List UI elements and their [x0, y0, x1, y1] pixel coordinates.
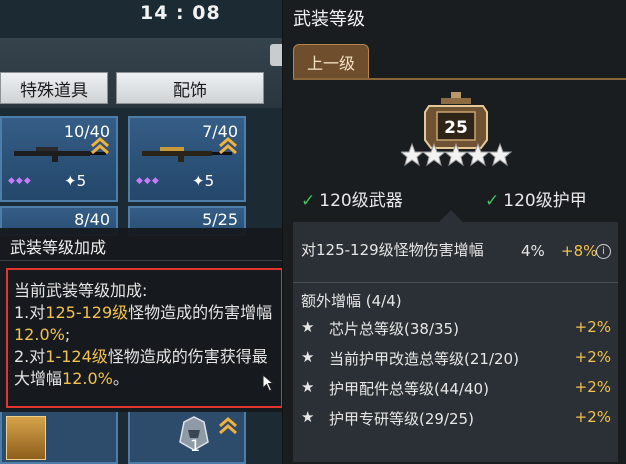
- status-time: 14 : 08: [140, 2, 221, 24]
- item-card-rifle-1[interactable]: 10/40 ◆◆◆ ✦5: [0, 116, 118, 202]
- tooltip-divider: [0, 260, 282, 261]
- bonus-line-2: 2.对1-124级怪物造成的伤害获得最大增幅12.0%。: [14, 347, 268, 388]
- upgrade-chevron-icon: [219, 417, 237, 435]
- item-level: ✦5: [192, 172, 215, 190]
- damage-current-value: 4%: [521, 242, 545, 260]
- extra-bonus-row: ★ 护甲专研等级(29/25) +2%: [301, 408, 611, 428]
- star-icon: ★: [301, 378, 315, 396]
- bonus-details-panel: 对125-129级怪物伤害增幅 4% +8% i 额外增幅 (4/4) ★ 芯片…: [293, 222, 618, 462]
- requirement-weapon: ✓ 120级武器: [301, 191, 403, 211]
- previous-level-button[interactable]: 上一级: [293, 44, 369, 78]
- armament-level-panel: 武装等级 上一级 25 ✓ 120级武器 ✓ 120级护甲 对125-129级怪物伤…: [283, 0, 626, 464]
- details-divider: [293, 282, 618, 283]
- check-icon: ✓: [301, 191, 316, 211]
- item-card-armor[interactable]: 1: [128, 410, 246, 464]
- star-rating-icon: [401, 142, 513, 167]
- item-card-chest[interactable]: [0, 410, 118, 464]
- item-card-rifle-2[interactable]: 7/40 ◆◆◆ ✦5: [128, 116, 246, 202]
- item-count: 5/25: [202, 210, 238, 229]
- damage-bonus-label: 对125-129级怪物伤害增幅: [301, 241, 484, 259]
- requirement-armor: ✓ 120级护甲: [485, 191, 587, 211]
- extra-bonus-row: ★ 芯片总等级(38/35) +2%: [301, 318, 611, 338]
- item-count: 8/40: [74, 210, 110, 229]
- inventory-panel: 14 : 08 特殊道具 配饰 10/40 ◆◆◆ ✦5 7/40 ◆◆◆ ✦5…: [0, 0, 282, 464]
- rarity-dots: ◆◆◆: [8, 176, 32, 186]
- upgrade-chevron-icon: [91, 137, 109, 155]
- panel-title: 武装等级: [293, 9, 365, 30]
- tooltip-bonus-text: 当前武装等级加成: 1.对125-129级怪物造成的伤害增幅12.0%; 2.对…: [6, 268, 282, 408]
- cursor-icon: [262, 374, 275, 392]
- star-icon: ★: [301, 348, 315, 366]
- extra-bonus-row: ★ 护甲配件总等级(44/40) +2%: [301, 378, 611, 398]
- star-icon: ★: [301, 408, 315, 426]
- damage-bonus-value: +8%: [561, 242, 598, 260]
- info-icon[interactable]: i: [596, 244, 611, 259]
- star-icon: ★: [301, 318, 315, 336]
- tab-accessories[interactable]: 配饰: [116, 72, 264, 104]
- item-count: 1: [190, 436, 201, 455]
- extra-bonus-row: ★ 当前护甲改造总等级(21/20) +2%: [301, 348, 611, 368]
- item-level: ✦5: [64, 172, 87, 190]
- check-icon: ✓: [485, 191, 500, 211]
- tooltip-title: 武装等级加成: [10, 238, 107, 257]
- bonus-heading: 当前武装等级加成:: [14, 281, 148, 300]
- armament-level-number: 25: [444, 118, 468, 138]
- tab-underline: [293, 78, 626, 80]
- tab-special-items[interactable]: 特殊道具: [0, 72, 108, 104]
- treasure-chest-icon: [6, 416, 46, 460]
- rarity-dots: ◆◆◆: [136, 176, 160, 186]
- rack-icon[interactable]: [270, 44, 282, 66]
- upgrade-chevron-icon: [219, 137, 237, 155]
- bonus-line-1: 1.对125-129级怪物造成的伤害增幅12.0%;: [14, 303, 273, 344]
- extra-bonus-title: 额外增幅 (4/4): [301, 292, 402, 310]
